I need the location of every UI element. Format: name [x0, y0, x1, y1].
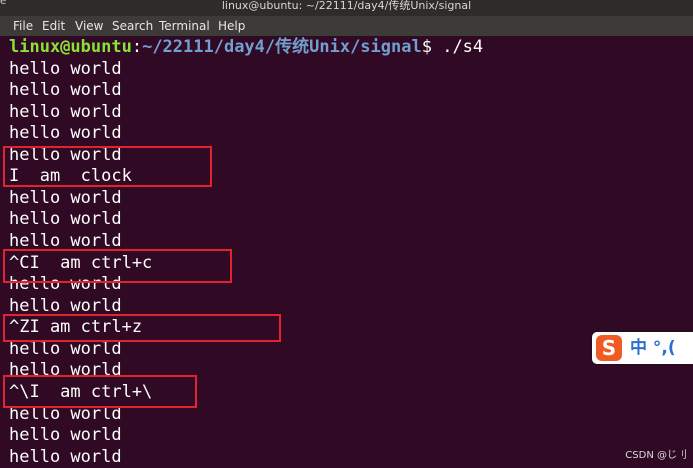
window-title: linux@ubuntu: ~/22111/day4/传统Unix/signal [221, 0, 472, 12]
menu-view[interactable]: View [75, 18, 103, 34]
highlight-box-ctrl-backslash [3, 375, 197, 408]
prompt-path: ~/22111/day4/传统Unix/signal [142, 37, 422, 57]
menu-bar: File Edit View Search Terminal Help [0, 16, 693, 36]
sogou-logo-icon: S [596, 335, 622, 361]
output-line: hello world [9, 102, 122, 122]
ime-status-text: 中 °,( [630, 338, 676, 358]
prompt-user-host: linux@ubuntu [9, 37, 132, 57]
menu-edit[interactable]: Edit [42, 18, 65, 34]
menu-terminal[interactable]: Terminal [159, 18, 210, 34]
menu-search[interactable]: Search [112, 18, 153, 34]
output-line: hello world [9, 425, 122, 445]
highlight-box-ctrl-c [3, 249, 232, 283]
window-titlebar: e linux@ubuntu: ~/22111/day4/传统Unix/sign… [0, 0, 693, 16]
input-method-toolbar[interactable]: S 中 °,( [592, 332, 693, 364]
menu-help[interactable]: Help [218, 18, 245, 34]
prompt-line: linux@ubuntu:~/22111/day4/传统Unix/signal$… [9, 36, 483, 58]
highlight-box-ctrl-z [3, 314, 281, 342]
output-line: hello world [9, 80, 122, 100]
highlight-box-clock [3, 146, 212, 187]
output-line: hello world [9, 59, 122, 79]
output-line: hello world [9, 123, 122, 143]
csdn-watermark: CSDN @じ刂 [625, 450, 687, 461]
output-line: hello world [9, 447, 122, 467]
output-line: hello world [9, 188, 122, 208]
menu-file[interactable]: File [13, 18, 33, 34]
output-line: hello world [9, 209, 122, 229]
prompt-symbol: $ [421, 37, 432, 57]
prompt-command: ./s4 [431, 37, 484, 57]
prompt-separator: : [131, 37, 143, 57]
